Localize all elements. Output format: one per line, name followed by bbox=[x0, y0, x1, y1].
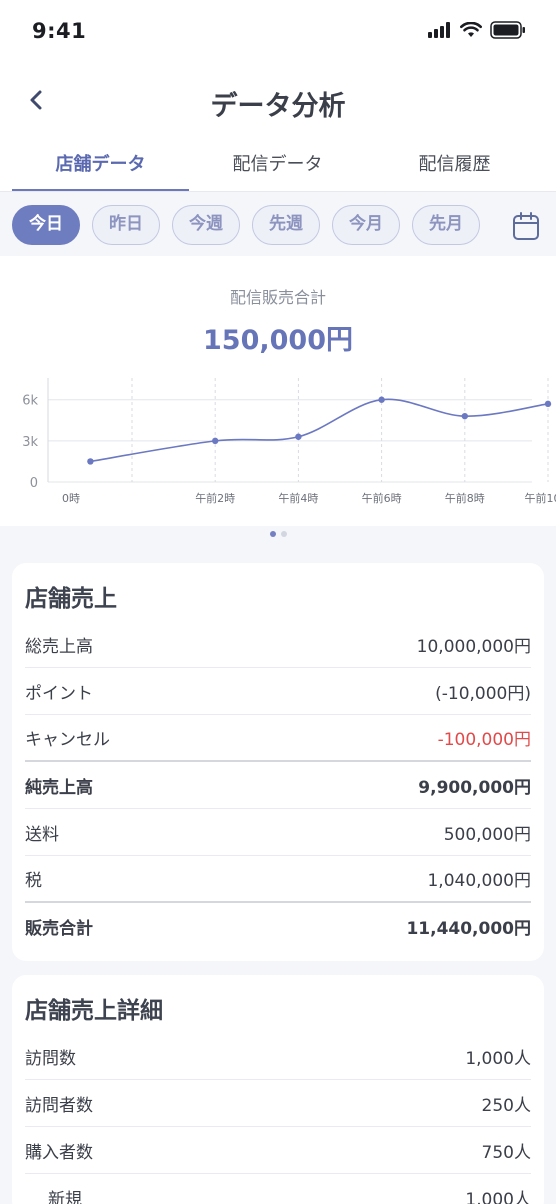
row-value: 10,000,000円 bbox=[416, 636, 531, 657]
sales-row-net: 純売上高 9,900,000円 bbox=[25, 762, 531, 809]
row-label: 訪問者数 bbox=[25, 1095, 93, 1116]
row-label: 販売合計 bbox=[25, 919, 93, 939]
chart-summary-total: 150,000円 bbox=[203, 325, 353, 356]
store-sales-detail-card: 店舗売上詳細 訪問数 1,000人 訪問者数 250人 購入者数 750人 新規… bbox=[12, 975, 544, 1204]
x-tick-label: 午前4時 bbox=[278, 491, 318, 505]
period-chip-this-week[interactable]: 今週 bbox=[172, 205, 240, 245]
chart-summary-label: 配信販売合計 bbox=[229, 288, 326, 307]
row-value: (-10,000円) bbox=[435, 683, 531, 704]
data-point bbox=[544, 400, 552, 408]
data-point bbox=[378, 396, 385, 403]
sales-row-points: ポイント (-10,000円) bbox=[25, 668, 531, 715]
tab-delivery-data[interactable]: 配信データ bbox=[189, 138, 366, 191]
sales-row-total: 販売合計 11,440,000円 bbox=[25, 903, 531, 950]
detail-row-buyers: 購入者数 750人 bbox=[25, 1127, 531, 1174]
y-tick-label: 6k bbox=[22, 394, 38, 409]
x-tick-label: 0時 bbox=[62, 492, 80, 505]
row-label: 新規 bbox=[48, 1190, 82, 1204]
period-chip-yesterday[interactable]: 昨日 bbox=[92, 205, 160, 245]
page-title: データ分析 bbox=[210, 91, 346, 122]
x-tick-label: 午前2時 bbox=[195, 491, 235, 505]
tab-delivery-history[interactable]: 配信履歴 bbox=[366, 138, 543, 191]
row-value: 250人 bbox=[481, 1095, 531, 1116]
row-label: 訪問数 bbox=[25, 1048, 76, 1069]
row-value: 1,040,000円 bbox=[427, 871, 531, 891]
chart-card: 配信販売合計 150,000円 0 3k 6k 0時 午前2時 午前4時 午前6時 午前8時 午… bbox=[0, 256, 556, 526]
row-label: キャンセル bbox=[25, 730, 110, 750]
nav-bar: データ分析 bbox=[0, 62, 556, 138]
card-title: 店舗売上 bbox=[25, 586, 117, 612]
tab-store-data[interactable]: 店舗データ bbox=[12, 138, 189, 191]
sales-row-tax: 税 1,040,000円 bbox=[25, 856, 531, 903]
series-line bbox=[90, 398, 549, 463]
x-tick-label: 午前6時 bbox=[362, 491, 402, 505]
row-value: 1,000人 bbox=[465, 1190, 531, 1204]
row-value: 9,900,000円 bbox=[418, 777, 531, 798]
period-chip-this-month[interactable]: 今月 bbox=[332, 205, 400, 245]
detail-row-visitors: 訪問者数 250人 bbox=[25, 1080, 531, 1127]
card-title: 店舗売上詳細 bbox=[25, 998, 163, 1024]
y-tick-label: 0 bbox=[30, 476, 38, 491]
row-label: 純売上高 bbox=[25, 777, 93, 798]
period-chip-last-month[interactable]: 先月 bbox=[412, 205, 480, 245]
chart-pager bbox=[0, 531, 556, 537]
row-label: 送料 bbox=[25, 824, 59, 845]
data-point bbox=[212, 437, 219, 445]
period-filter: 今日 昨日 今週 先週 今月 先月 bbox=[0, 192, 556, 258]
status-time: 9:41 bbox=[32, 19, 87, 43]
data-point bbox=[461, 412, 468, 420]
row-value: 1,000人 bbox=[465, 1048, 531, 1069]
x-tick-label: 午前8時 bbox=[445, 491, 485, 505]
sales-row-gross: 総売上高 10,000,000円 bbox=[25, 621, 531, 668]
calendar-icon[interactable] bbox=[512, 211, 540, 241]
row-value-negative: -100,000円 bbox=[437, 730, 531, 750]
x-tick-label: 午前10時 bbox=[525, 491, 556, 505]
pager-dot[interactable] bbox=[269, 531, 276, 537]
status-icons bbox=[428, 21, 526, 39]
data-point bbox=[87, 458, 94, 465]
row-value: 500,000円 bbox=[443, 824, 531, 845]
tab-bar: 店舗データ 配信データ 配信履歴 bbox=[0, 138, 556, 192]
signal-icon bbox=[428, 22, 450, 38]
y-tick-label: 3k bbox=[22, 435, 38, 450]
detail-row-visits: 訪問数 1,000人 bbox=[25, 1033, 531, 1080]
line-chart: 0 3k 6k 0時 午前2時 午前4時 午前6時 午前8時 午前10時 bbox=[22, 378, 556, 505]
row-value: 750人 bbox=[481, 1142, 531, 1163]
row-label: 購入者数 bbox=[25, 1142, 93, 1163]
row-label: ポイント bbox=[25, 683, 93, 704]
row-label: 税 bbox=[25, 871, 42, 891]
period-chip-today[interactable]: 今日 bbox=[12, 205, 80, 245]
row-value: 11,440,000円 bbox=[406, 919, 531, 939]
battery-icon bbox=[490, 21, 525, 39]
pager-dot[interactable] bbox=[280, 531, 287, 537]
wifi-icon bbox=[460, 22, 482, 37]
row-label: 総売上高 bbox=[25, 636, 93, 657]
sales-row-cancel: キャンセル -100,000円 bbox=[25, 715, 531, 762]
status-bar: 9:41 bbox=[0, 0, 556, 62]
data-point bbox=[295, 433, 302, 440]
sales-row-shipping: 送料 500,000円 bbox=[25, 809, 531, 856]
store-sales-card: 店舗売上 総売上高 10,000,000円 ポイント (-10,000円) キャ… bbox=[12, 563, 544, 961]
detail-row-new: 新規 1,000人 bbox=[25, 1174, 531, 1204]
period-chip-last-week[interactable]: 先週 bbox=[252, 205, 320, 245]
